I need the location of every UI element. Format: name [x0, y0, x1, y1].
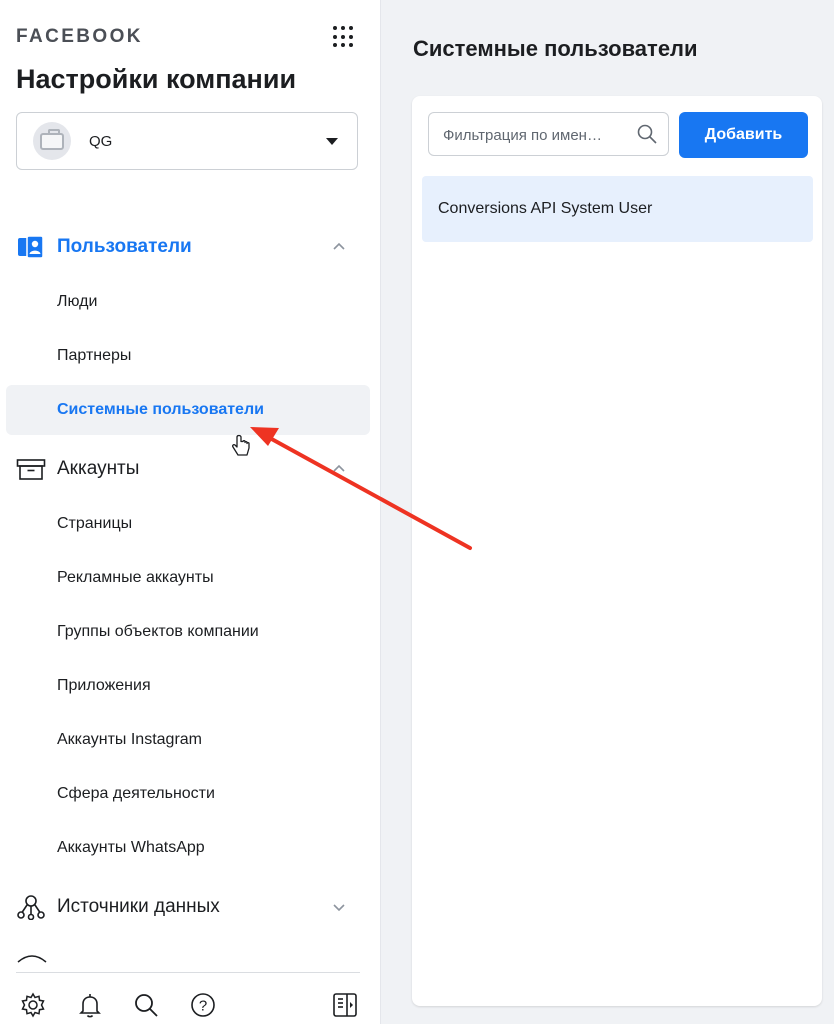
bell-icon[interactable] [75, 990, 105, 1020]
sidebar-item-label: Группы объектов компании [57, 623, 259, 640]
sidebar-item-label: Сфера деятельности [57, 785, 215, 802]
collapsed-section-icon[interactable] [16, 950, 48, 964]
sidebar-item-business-asset-groups[interactable]: Группы объектов компании [6, 607, 370, 657]
sidebar-item-label: Рекламные аккаунты [57, 569, 214, 586]
section-title: Системные пользователи [413, 36, 698, 61]
sidebar-item-label: Люди [57, 293, 98, 310]
sidebar-item-label: Системные пользователи [57, 401, 264, 418]
sidebar-item-label: Приложения [57, 677, 151, 694]
sidebar-item-system-users[interactable]: Системные пользователи [6, 385, 370, 435]
section-users-label: Пользователи [57, 236, 192, 257]
sidebar-item-apps[interactable]: Приложения [6, 661, 370, 711]
section-accounts-label: Аккаунты [57, 458, 140, 479]
section-data-sources-label: Источники данных [57, 896, 220, 917]
users-icon [18, 235, 44, 259]
svg-text:?: ? [199, 998, 207, 1015]
gear-icon[interactable] [18, 990, 48, 1020]
briefcase-icon [40, 129, 64, 150]
search-icon[interactable] [636, 123, 658, 145]
chevron-up-icon [333, 242, 345, 250]
sidebar-item-instagram-accounts[interactable]: Аккаунты Instagram [6, 715, 370, 765]
archive-box-icon [16, 459, 46, 480]
list-item[interactable]: Conversions API System User [422, 176, 813, 242]
search-icon[interactable] [131, 990, 161, 1020]
help-icon[interactable]: ? [188, 990, 218, 1020]
filter-field[interactable] [428, 112, 669, 157]
section-accounts[interactable]: Аккаунты [0, 446, 370, 492]
sidebar: FACEBOOK Настройки компании QG Пользоват… [0, 0, 381, 1024]
section-users[interactable]: Пользователи [0, 224, 370, 270]
system-users-panel: Добавить Conversions API System User [412, 96, 822, 1006]
chevron-down-icon [333, 904, 345, 912]
sidebar-item-label: Партнеры [57, 347, 132, 364]
account-avatar [33, 122, 71, 160]
chevron-up-icon [333, 464, 345, 472]
sidebar-item-label: Аккаунты Instagram [57, 731, 202, 748]
system-user-name: Conversions API System User [438, 200, 653, 217]
sidebar-divider [16, 972, 360, 973]
caret-down-icon [326, 138, 338, 145]
sidebar-item-whatsapp-accounts[interactable]: Аккаунты WhatsApp [6, 823, 370, 873]
apps-menu-icon[interactable] [333, 26, 357, 48]
sidebar-item-label: Аккаунты WhatsApp [57, 839, 205, 856]
facebook-logo: FACEBOOK [16, 26, 143, 47]
sidebar-item-pages[interactable]: Страницы [6, 499, 370, 549]
filter-input[interactable] [441, 113, 635, 157]
add-button[interactable]: Добавить [679, 112, 808, 158]
sidebar-item-line-of-business[interactable]: Сфера деятельности [6, 769, 370, 819]
data-sources-icon [17, 895, 45, 920]
section-data-sources[interactable]: Источники данных [0, 884, 370, 930]
sidebar-item-partners[interactable]: Партнеры [6, 331, 370, 381]
sidebar-item-ad-accounts[interactable]: Рекламные аккаунты [6, 553, 370, 603]
page-title: Настройки компании [16, 64, 297, 94]
account-name: QG [89, 133, 113, 150]
sidebar-item-people[interactable]: Люди [6, 277, 370, 327]
panel-toggle-icon[interactable] [330, 990, 360, 1020]
sidebar-item-label: Страницы [57, 515, 133, 532]
account-selector[interactable]: QG [16, 112, 358, 170]
